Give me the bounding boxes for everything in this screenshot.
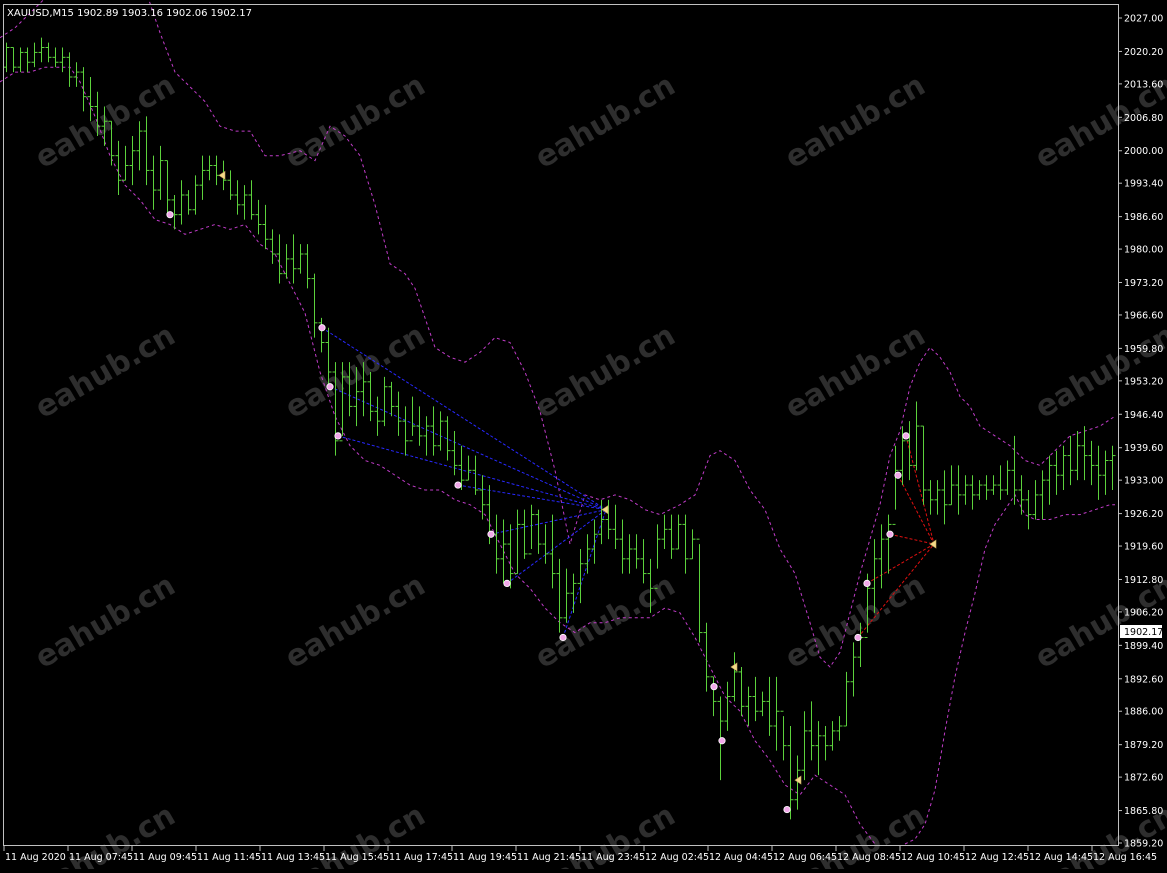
chart-title: XAUUSD,M15 1902.89 1903.16 1902.06 1902.…: [7, 8, 252, 19]
y-tick-label: 1986.60: [1124, 212, 1163, 223]
x-tick-label: 11 Aug 21:45: [517, 852, 581, 863]
x-tick-label: 12 Aug 12:45: [965, 852, 1029, 863]
y-tick-label: 1886.00: [1124, 707, 1163, 718]
pink-marker: [503, 579, 511, 588]
x-tick-label: 12 Aug 06:45: [773, 852, 837, 863]
y-tick-label: 1926.20: [1124, 509, 1163, 520]
y-tick-label: 1973.20: [1124, 278, 1163, 289]
x-tick-label: 12 Aug 10:45: [901, 852, 965, 863]
x-tick-label: 12 Aug 02:45: [645, 852, 709, 863]
pink-marker: [334, 432, 342, 440]
x-tick-label: 12 Aug 16:45: [1093, 852, 1157, 863]
y-tick-label: 2013.60: [1124, 79, 1163, 90]
x-tick-label: 11 Aug 09:45: [133, 852, 197, 863]
x-tick-label: 11 Aug 07:45: [69, 852, 133, 863]
x-tick-label: 11 Aug 17:45: [389, 852, 453, 863]
y-tick-label: 1912.80: [1124, 575, 1163, 586]
y-tick-label: 2027.00: [1124, 14, 1163, 25]
y-tick-label: 2020.20: [1124, 47, 1163, 58]
y-tick-label: 1859.20: [1124, 839, 1163, 850]
pink-marker: [454, 481, 462, 489]
pink-marker: [902, 432, 910, 440]
pink-marker: [854, 633, 862, 642]
y-tick-label: 1865.80: [1124, 806, 1163, 817]
pink-marker: [166, 211, 174, 219]
pink-marker: [326, 383, 334, 391]
y-tick-label: 1980.00: [1124, 245, 1163, 256]
y-tick-label: 1872.60: [1124, 773, 1163, 784]
y-tick-label: 1933.00: [1124, 476, 1163, 487]
y-tick-label: 1993.40: [1124, 179, 1163, 190]
current-price-label: 1902.17: [1124, 627, 1163, 638]
pink-marker: [894, 471, 902, 479]
y-tick-label: 1953.20: [1124, 376, 1163, 387]
pink-marker: [487, 530, 495, 538]
y-tick-label: 2000.00: [1124, 146, 1163, 157]
x-tick-label: 11 Aug 13:45: [261, 852, 325, 863]
x-tick-label: 11 Aug 23:45: [581, 852, 645, 863]
y-tick-label: 1906.20: [1124, 607, 1163, 618]
y-tick-label: 1892.60: [1124, 674, 1163, 685]
pink-marker: [886, 530, 894, 538]
y-tick-label: 1879.20: [1124, 740, 1163, 751]
pink-marker: [318, 324, 326, 332]
y-tick-label: 1899.40: [1124, 641, 1163, 652]
y-tick-label: 1939.60: [1124, 443, 1163, 454]
x-tick-label: 11 Aug 15:45: [325, 852, 389, 863]
y-tick-label: 1959.80: [1124, 344, 1163, 355]
pink-marker: [718, 737, 726, 745]
pink-marker: [783, 805, 791, 814]
y-tick-label: 1946.40: [1124, 410, 1163, 421]
x-tick-label: 12 Aug 04:45: [709, 852, 773, 863]
x-tick-label: 11 Aug 19:45: [453, 852, 517, 863]
price-chart[interactable]: eahub.cn eahub.cn eahub.cn eahub.cn eahub.cn…: [0, 0, 1167, 873]
pink-marker: [710, 683, 718, 691]
y-tick-label: 1919.60: [1124, 542, 1163, 553]
y-tick-label: 2006.80: [1124, 113, 1163, 124]
x-tick-label: 11 Aug 2020: [5, 852, 66, 863]
x-tick-label: 11 Aug 11:45: [197, 852, 261, 863]
y-tick-label: 1966.60: [1124, 310, 1163, 321]
pink-marker: [863, 579, 871, 588]
current-price-tag: 1902.17: [1120, 625, 1163, 638]
x-tick-label: 12 Aug 08:45: [837, 852, 901, 863]
x-tick-label: 12 Aug 14:45: [1029, 852, 1093, 863]
pink-marker: [559, 633, 567, 642]
